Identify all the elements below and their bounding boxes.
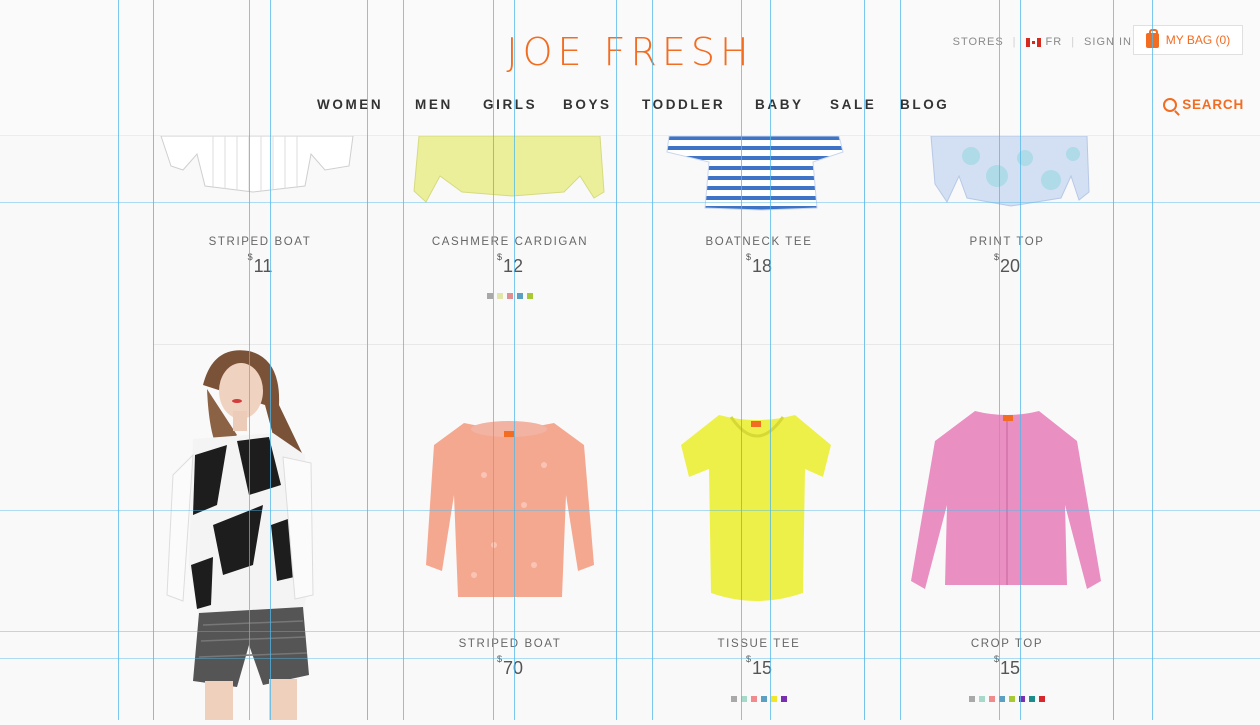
currency-symbol: $ — [745, 252, 751, 262]
color-swatch[interactable] — [781, 696, 787, 702]
product-image — [911, 411, 1101, 589]
price-value: 15 — [999, 658, 1021, 678]
product-price: $12 — [404, 252, 616, 277]
product-name[interactable]: STRIPED BOAT — [153, 236, 367, 248]
color-swatch[interactable] — [507, 293, 513, 299]
nav-blog[interactable]: BLOG — [900, 97, 949, 112]
color-swatch[interactable] — [979, 696, 985, 702]
nav-men[interactable]: MEN — [415, 97, 453, 112]
search-icon — [1163, 97, 1178, 112]
product-card[interactable]: STRIPED BOAT $11 — [153, 136, 367, 344]
product-name[interactable]: BOATNECK TEE — [653, 236, 865, 248]
color-swatch[interactable] — [751, 696, 757, 702]
color-swatch[interactable] — [761, 696, 767, 702]
product-name[interactable]: TISSUE TEE — [653, 638, 865, 650]
color-swatch[interactable] — [527, 293, 533, 299]
sign-in-link[interactable]: SIGN IN — [1084, 36, 1132, 48]
product-price: $20 — [901, 252, 1113, 277]
product-card[interactable]: STRIPED BOAT $70 — [404, 345, 616, 720]
stores-link[interactable]: STORES — [953, 36, 1004, 48]
product-card[interactable]: BOATNECK TEE $18 — [653, 136, 865, 344]
language-link[interactable]: FR — [1046, 36, 1063, 48]
product-price: $15 — [901, 654, 1113, 679]
my-bag-button[interactable]: MY BAG (0) — [1133, 25, 1243, 55]
color-swatch[interactable] — [989, 696, 995, 702]
color-swatch[interactable] — [1039, 696, 1045, 702]
product-card[interactable]: CASHMERE CARDIGAN $12 — [404, 136, 616, 344]
nav-toddler[interactable]: TODDLER — [642, 97, 725, 112]
product-image — [681, 415, 831, 601]
site-header: JOE FRESH STORES | FR | SIGN IN MY BAG (… — [0, 0, 1260, 136]
color-swatches[interactable] — [653, 696, 865, 702]
product-name[interactable]: PRINT TOP — [901, 236, 1113, 248]
shopping-bag-icon — [1145, 28, 1159, 48]
search-label: SEARCH — [1182, 97, 1244, 112]
color-swatch[interactable] — [1009, 696, 1015, 702]
color-swatch[interactable] — [517, 293, 523, 299]
product-card[interactable]: CROP TOP $15 — [901, 345, 1113, 720]
product-name[interactable]: STRIPED BOAT — [404, 638, 616, 650]
nav-boys[interactable]: BOYS — [563, 97, 612, 112]
color-swatch[interactable] — [999, 696, 1005, 702]
product-price: $70 — [404, 654, 616, 679]
currency-symbol: $ — [993, 252, 999, 262]
product-price: $18 — [653, 252, 865, 277]
column-divider — [367, 136, 368, 720]
nav-girls[interactable]: GIRLS — [483, 97, 537, 112]
currency-symbol: $ — [247, 252, 253, 262]
color-swatches[interactable] — [901, 696, 1113, 702]
product-card[interactable]: TISSUE TEE $15 — [653, 345, 865, 720]
product-name[interactable]: CASHMERE CARDIGAN — [404, 236, 616, 248]
nav-sale[interactable]: SALE — [830, 97, 876, 112]
currency-symbol: $ — [496, 654, 502, 664]
column-divider — [616, 136, 617, 720]
product-image — [666, 136, 844, 211]
model-photo[interactable] — [153, 345, 367, 721]
search-button[interactable]: SEARCH — [1163, 97, 1244, 112]
divider: | — [1071, 36, 1076, 48]
canada-flag-icon — [1025, 37, 1041, 47]
bag-label: MY BAG (0) — [1165, 33, 1231, 47]
product-name[interactable]: CROP TOP — [901, 638, 1113, 650]
color-swatch[interactable] — [731, 696, 737, 702]
color-swatch[interactable] — [771, 696, 777, 702]
nav-women[interactable]: WOMEN — [317, 97, 383, 112]
price-value: 11 — [253, 256, 273, 276]
color-swatch[interactable] — [487, 293, 493, 299]
utility-links: STORES | FR | SIGN IN — [953, 36, 1132, 48]
price-value: 70 — [502, 658, 524, 678]
price-value: 15 — [751, 658, 773, 678]
nav-baby[interactable]: BABY — [755, 97, 804, 112]
color-swatch[interactable] — [497, 293, 503, 299]
price-value: 18 — [751, 256, 773, 276]
color-swatch[interactable] — [1029, 696, 1035, 702]
product-price: $15 — [653, 654, 865, 679]
price-value: 12 — [502, 256, 524, 276]
color-swatches[interactable] — [404, 293, 616, 299]
product-image — [413, 136, 605, 203]
product-image — [160, 136, 354, 193]
model-image — [166, 350, 314, 721]
product-image — [426, 421, 594, 597]
currency-symbol: $ — [496, 252, 502, 262]
product-card[interactable]: PRINT TOP $20 — [901, 136, 1113, 344]
currency-symbol: $ — [745, 654, 751, 664]
color-swatch[interactable] — [969, 696, 975, 702]
currency-symbol: $ — [993, 654, 999, 664]
product-image — [930, 136, 1090, 207]
color-swatch[interactable] — [741, 696, 747, 702]
color-swatch[interactable] — [1019, 696, 1025, 702]
divider: | — [1012, 36, 1017, 48]
column-divider — [1113, 136, 1114, 720]
product-price: $11 — [153, 252, 367, 277]
price-value: 20 — [999, 256, 1021, 276]
